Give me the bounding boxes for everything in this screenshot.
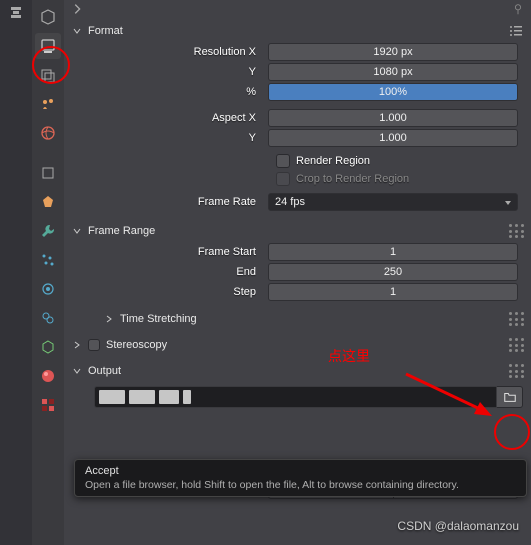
modifier-tab-icon[interactable] — [35, 189, 61, 215]
time-stretching-header[interactable]: Time Stretching — [64, 308, 531, 330]
stereoscopy-title: Stereoscopy — [106, 339, 503, 351]
frame-range-section-header[interactable]: Frame Range — [64, 220, 531, 242]
pct-label: % — [64, 86, 264, 98]
folder-icon — [503, 390, 517, 404]
frame-step-label: Step — [64, 286, 264, 298]
frame-rate-dropdown[interactable]: 24 fps — [268, 193, 518, 211]
res-x-label: Resolution X — [64, 46, 264, 58]
scene-tab-icon[interactable] — [35, 91, 61, 117]
frame-end-field[interactable]: 250 — [268, 263, 518, 281]
left-toolbar — [0, 0, 32, 545]
pct-field[interactable]: 100% — [268, 83, 518, 101]
render-region-checkbox[interactable] — [276, 154, 290, 168]
render-region-label: Render Region — [296, 155, 370, 167]
particles-tab-icon[interactable] — [35, 247, 61, 273]
list-options-icon[interactable] — [509, 24, 523, 38]
constraint-tab-icon[interactable] — [35, 305, 61, 331]
frame-step-field[interactable]: 1 — [268, 283, 518, 301]
options-icon[interactable] — [509, 364, 523, 378]
aspect-y-field[interactable]: 1.000 — [268, 129, 518, 147]
world-tab-icon[interactable] — [35, 120, 61, 146]
chevron-down-icon — [72, 366, 82, 376]
res-x-field[interactable]: 1920 px — [268, 43, 518, 61]
frame-start-label: Frame Start — [64, 246, 264, 258]
res-y-field[interactable]: 1080 px — [268, 63, 518, 81]
frame-range-title: Frame Range — [88, 225, 503, 237]
frame-start-field[interactable]: 1 — [268, 243, 518, 261]
object-tab-icon[interactable] — [35, 160, 61, 186]
view-layer-tab-icon[interactable] — [35, 62, 61, 88]
output-path-field[interactable] — [94, 386, 497, 408]
format-section-header[interactable]: Format — [64, 20, 531, 42]
texture-tab-icon[interactable] — [35, 392, 61, 418]
options-icon[interactable] — [509, 338, 523, 352]
pin-icon[interactable] — [511, 2, 525, 16]
output-title: Output — [88, 365, 503, 377]
chevron-right-icon — [104, 314, 114, 324]
tooltip-desc: Open a file browser, hold Shift to open … — [85, 479, 516, 491]
physics-tab-icon[interactable] — [35, 276, 61, 302]
material-tab-icon[interactable] — [35, 363, 61, 389]
output-section-header[interactable]: Output — [64, 360, 531, 382]
frame-end-label: End — [64, 266, 264, 278]
back-icon[interactable] — [70, 2, 84, 16]
res-y-label: Y — [64, 66, 264, 78]
crop-region-checkbox[interactable] — [276, 172, 290, 186]
chevron-down-icon — [72, 26, 82, 36]
format-title: Format — [88, 25, 503, 37]
frame-rate-label: Frame Rate — [64, 196, 264, 208]
wrench-tab-icon[interactable] — [35, 218, 61, 244]
aspect-y-label: Y — [64, 132, 264, 144]
panel-header — [64, 0, 531, 18]
tool-icon[interactable] — [4, 2, 28, 26]
options-icon[interactable] — [509, 224, 523, 238]
aspect-x-label: Aspect X — [64, 112, 264, 124]
data-tab-icon[interactable] — [35, 334, 61, 360]
output-tab-icon[interactable] — [35, 33, 61, 59]
browse-folder-button[interactable] — [497, 386, 523, 408]
options-icon[interactable] — [509, 312, 523, 326]
chevron-right-icon — [72, 340, 82, 350]
properties-tabs — [32, 0, 64, 545]
crop-region-label: Crop to Render Region — [296, 173, 409, 185]
time-stretching-title: Time Stretching — [120, 313, 197, 325]
tooltip-title: Accept — [85, 465, 516, 477]
tooltip: Accept Open a file browser, hold Shift t… — [74, 459, 527, 497]
tool-tab-icon[interactable] — [35, 4, 61, 30]
aspect-x-field[interactable]: 1.000 — [268, 109, 518, 127]
stereoscopy-checkbox[interactable] — [88, 339, 100, 351]
stereoscopy-section-header[interactable]: Stereoscopy — [64, 334, 531, 356]
chevron-down-icon — [72, 226, 82, 236]
